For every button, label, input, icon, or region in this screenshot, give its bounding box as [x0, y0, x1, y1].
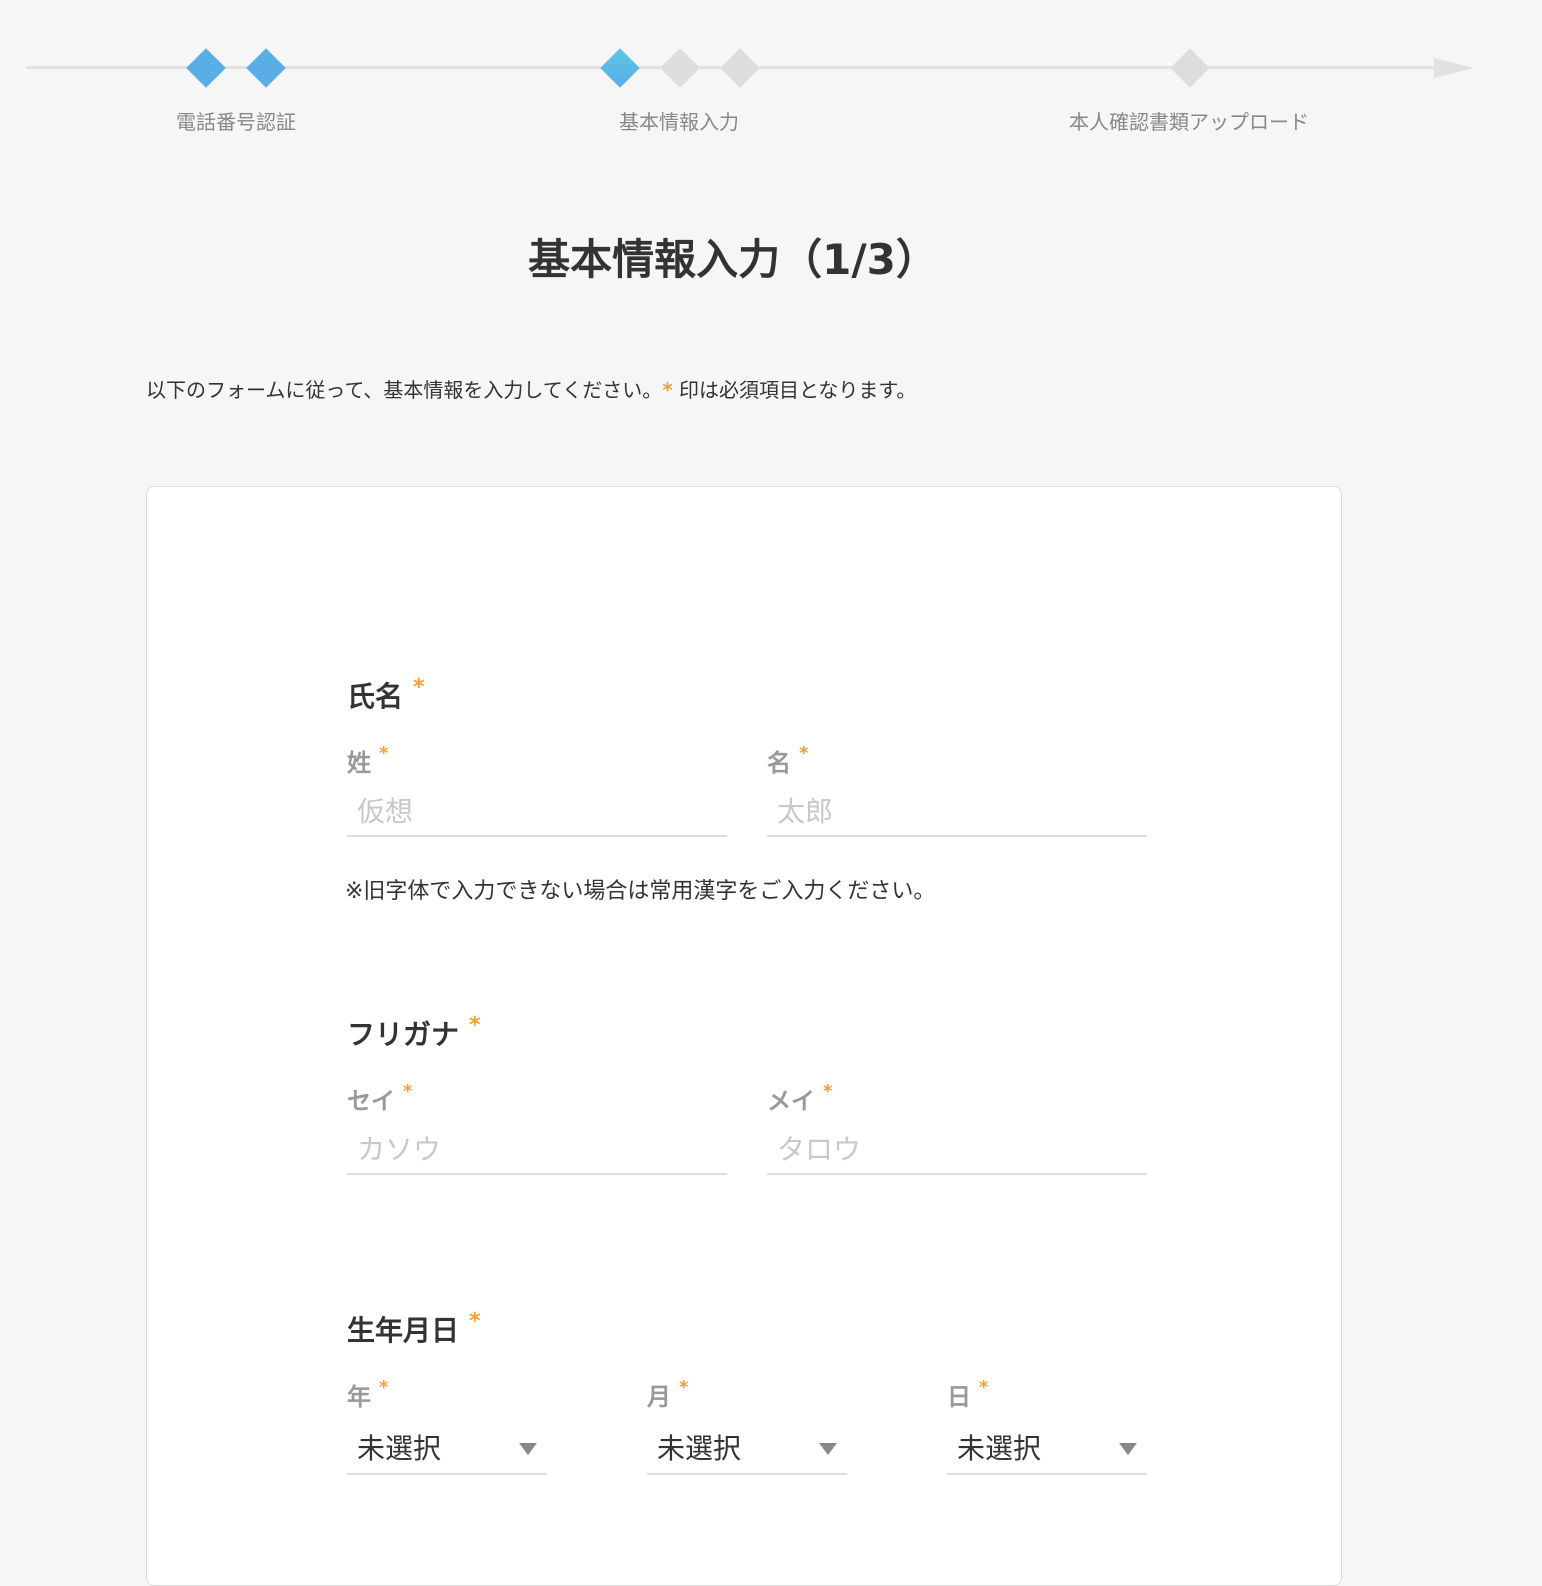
required-mark: * — [679, 1377, 689, 1398]
progress-steps: 電話番号認証 基本情報入力 本人確認書類アップロード — [0, 0, 1542, 160]
field-label-last-name-kana: セイ * — [347, 1081, 412, 1116]
field-label-last-name: 姓 * — [347, 743, 388, 778]
required-mark: * — [469, 1309, 481, 1334]
field-label-text: セイ — [347, 1087, 395, 1115]
section-title-name: 氏名 * — [347, 675, 425, 715]
step-2-marker-icon — [600, 48, 640, 88]
field-label-birth-day: 日 * — [947, 1377, 988, 1412]
section-title-text: 氏名 — [347, 680, 404, 713]
field-label-first-name-kana: メイ * — [767, 1081, 832, 1116]
birth-day-select[interactable]: 未選択 — [947, 1421, 1147, 1475]
required-mark: * — [379, 743, 389, 764]
section-title-kana: フリガナ * — [347, 1013, 481, 1053]
name-input-note: ※旧字体で入力できない場合は常用漢字をご入力ください。 — [345, 879, 936, 904]
step-label-phone-verification: 電話番号認証 — [176, 110, 296, 134]
required-mark: * — [413, 675, 425, 700]
field-label-first-name: 名 * — [767, 743, 808, 778]
field-label-text: 名 — [767, 749, 791, 777]
field-label-text: メイ — [767, 1087, 815, 1115]
section-title-birthdate: 生年月日 * — [347, 1309, 481, 1349]
step-3-marker-icon — [1170, 48, 1210, 88]
required-mark: * — [662, 378, 673, 402]
step-label-id-upload: 本人確認書類アップロード — [1069, 110, 1309, 134]
birth-day-selected-value: 未選択 — [957, 1432, 1042, 1465]
form-instructions: 以下のフォームに従って、基本情報を入力してください。* 印は必須項目となります。 — [146, 374, 916, 403]
last-name-kana-input[interactable] — [347, 1125, 727, 1175]
first-name-input[interactable] — [767, 787, 1147, 837]
chevron-down-icon — [519, 1443, 537, 1455]
required-mark: * — [979, 1377, 989, 1398]
field-label-text: 年 — [347, 1383, 371, 1411]
chevron-down-icon — [1119, 1443, 1137, 1455]
field-label-text: 月 — [647, 1383, 671, 1411]
step-2-marker-icon — [720, 48, 760, 88]
required-mark: * — [403, 1081, 413, 1102]
birth-year-select[interactable]: 未選択 — [347, 1421, 547, 1475]
birth-year-selected-value: 未選択 — [357, 1432, 442, 1465]
section-title-text: 生年月日 — [347, 1314, 460, 1347]
required-mark: * — [823, 1081, 833, 1102]
form-card: 氏名* 姓* 名* ※旧字体で入力できない場合は常用漢字をご入力ください。 フリ… — [146, 486, 1342, 1586]
field-label-birth-year: 年 * — [347, 1377, 388, 1412]
first-name-kana-input[interactable] — [767, 1125, 1147, 1175]
section-title-text: フリガナ — [347, 1018, 460, 1051]
chevron-down-icon — [819, 1443, 837, 1455]
step-1-marker-icon — [186, 48, 226, 88]
required-mark: * — [799, 743, 809, 764]
page-title: 基本情報入力（1/3） — [528, 235, 938, 284]
birth-month-selected-value: 未選択 — [657, 1432, 742, 1465]
progress-arrow-icon — [1434, 58, 1474, 78]
step-2-marker-icon — [660, 48, 700, 88]
birth-month-select[interactable]: 未選択 — [647, 1421, 847, 1475]
last-name-input[interactable] — [347, 787, 727, 837]
field-label-text: 姓 — [347, 749, 371, 777]
step-label-basic-info: 基本情報入力 — [619, 110, 739, 134]
step-1-marker-icon — [246, 48, 286, 88]
required-mark: * — [469, 1013, 481, 1038]
instructions-text: 以下のフォームに従って、基本情報を入力してください。 — [146, 378, 663, 402]
field-label-text: 日 — [947, 1383, 971, 1411]
field-label-birth-month: 月 * — [647, 1377, 688, 1412]
instructions-text-suffix: 印は必須項目となります。 — [672, 378, 917, 402]
required-mark: * — [379, 1377, 389, 1398]
